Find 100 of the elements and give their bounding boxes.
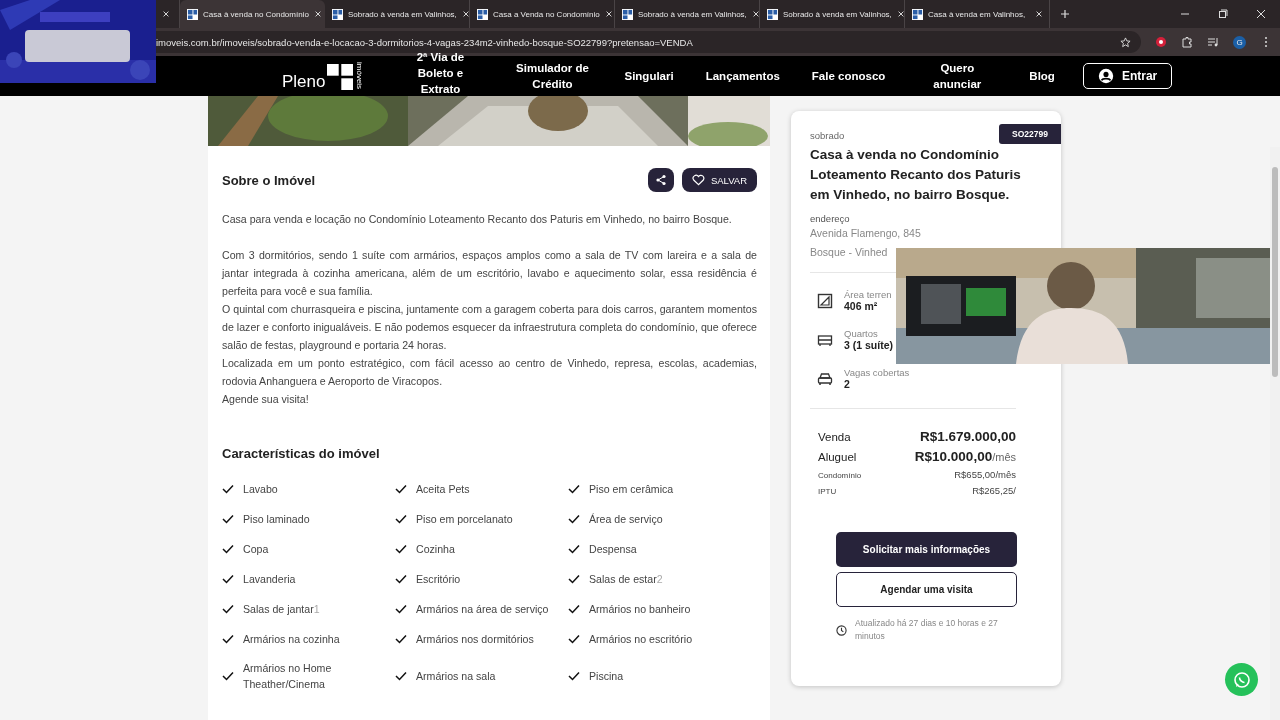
feature-label: Armários na cozinha bbox=[243, 632, 340, 647]
spec-label: Quartos bbox=[844, 328, 879, 339]
profile-avatar[interactable]: G bbox=[1233, 35, 1246, 49]
check-icon bbox=[395, 544, 407, 554]
nav-link[interactable]: Simulador de Crédito bbox=[512, 60, 593, 92]
puzzle-icon[interactable] bbox=[1181, 36, 1193, 48]
tab-title: Sobrado à venda em Valinhos, bbox=[638, 9, 747, 19]
description-text: O quintal com churrasqueira e piscina, juntamente com a garagem coberta para dois carros, garantem momentos de lazer e conforto inigualáveis. E não podemos esquecer da infraestrutura completa do condomínio, que oferece salão de festas, playground e portaria 24 horas. bbox=[222, 302, 757, 353]
check-icon bbox=[395, 484, 407, 494]
feature-label: Escritório bbox=[416, 572, 461, 587]
logo-icon bbox=[327, 63, 354, 90]
feature-label: Piso laminado bbox=[243, 512, 310, 527]
price-value: R$1.679.000,00 bbox=[919, 429, 1016, 444]
user-icon bbox=[1097, 68, 1114, 84]
check-icon bbox=[222, 514, 234, 524]
restore-icon[interactable] bbox=[1218, 9, 1228, 19]
feature-label: Piso em porcelanato bbox=[416, 512, 513, 527]
feature-label: Armários nos dormitórios bbox=[416, 632, 534, 647]
description-text: Localizada em um ponto estratégico, com fácil acesso ao centro de Vinhedo, represa, escolas, academias, rodovia Anhanguera e Aeroporto de Viracopos. bbox=[222, 356, 757, 389]
section-title: Sobre o Imóvel bbox=[222, 172, 317, 188]
heart-icon bbox=[691, 174, 705, 186]
check-icon bbox=[222, 671, 234, 681]
check-icon bbox=[395, 671, 407, 681]
new-tab-icon[interactable] bbox=[1060, 9, 1070, 19]
tab-title: Sobrado à venda em Valinhos, bbox=[348, 9, 457, 19]
property-code: SO22799 bbox=[999, 124, 1061, 144]
address-bar[interactable]: imoveis.com.br/imoveis/sobrado-venda-e-locacao-3-dormitorios-4-vagas-234m2-vinhedo-bosque-SO22799?pretensao=VENDA bbox=[156, 31, 1141, 53]
check-icon bbox=[395, 514, 407, 524]
nav-link[interactable]: Lançamentos bbox=[705, 68, 780, 84]
feature-label: Armários no escritório bbox=[589, 632, 693, 647]
feature-label: Aceita Pets bbox=[416, 482, 470, 497]
share-icon bbox=[654, 174, 667, 186]
close-icon[interactable] bbox=[604, 10, 613, 18]
save-button[interactable]: SALVAR bbox=[681, 168, 757, 192]
feature-label: Lavanderia bbox=[243, 572, 296, 587]
feature-label: Armários na sala bbox=[416, 669, 496, 684]
check-icon bbox=[568, 484, 580, 494]
close-icon[interactable] bbox=[313, 10, 322, 18]
section-title: Características do imóvel bbox=[222, 446, 381, 461]
nav-link[interactable]: Blog bbox=[1029, 68, 1055, 84]
feature-label: Salas de estar2 bbox=[589, 572, 663, 587]
close-icon[interactable] bbox=[1035, 10, 1043, 18]
feature-label: Armários na área de serviço bbox=[416, 602, 549, 617]
check-icon bbox=[222, 484, 234, 494]
feature-label: Copa bbox=[243, 542, 269, 557]
spec-value: 3 (1 suíte) bbox=[844, 339, 893, 351]
close-icon[interactable] bbox=[896, 10, 905, 18]
chat-bubble-icon bbox=[1231, 669, 1252, 690]
check-icon bbox=[395, 574, 407, 584]
favicon-icon bbox=[332, 8, 343, 20]
nav-link[interactable]: Fale conosco bbox=[811, 68, 886, 84]
feature-label: Área de serviço bbox=[589, 512, 663, 527]
logo[interactable]: Pleno imóveis bbox=[282, 62, 365, 90]
car-icon bbox=[817, 370, 833, 387]
price-value: R$655,00/mês bbox=[954, 469, 1016, 480]
browser-tab[interactable]: Casa à venda no Condomínio bbox=[180, 0, 325, 28]
price-value: R$10.000,00/mês bbox=[914, 449, 1016, 464]
property-type: sobrado bbox=[810, 130, 845, 141]
bookmark-star-icon[interactable] bbox=[1120, 36, 1131, 48]
price-value: R$265,25/ bbox=[972, 485, 1016, 496]
check-icon bbox=[568, 634, 580, 644]
request-info-button[interactable]: Solicitar mais informações bbox=[836, 532, 1017, 567]
check-icon bbox=[568, 604, 580, 614]
favicon-icon bbox=[477, 8, 488, 20]
close-icon[interactable] bbox=[751, 10, 760, 18]
schedule-visit-button[interactable]: Agendar uma visita bbox=[836, 572, 1017, 607]
check-icon bbox=[568, 544, 580, 554]
close-icon[interactable] bbox=[1256, 9, 1266, 19]
extension-icon[interactable] bbox=[1155, 36, 1167, 48]
nav-link[interactable]: Quero anunciar bbox=[917, 60, 998, 92]
favicon-icon bbox=[187, 8, 198, 20]
tab-title: Casa à venda no Condomínio bbox=[203, 9, 309, 19]
close-icon[interactable] bbox=[461, 10, 470, 18]
check-icon bbox=[568, 514, 580, 524]
price-label: Aluguel bbox=[818, 451, 857, 463]
media-icon[interactable] bbox=[1207, 36, 1219, 48]
favicon-icon bbox=[912, 8, 923, 20]
check-icon bbox=[222, 634, 234, 644]
close-icon[interactable] bbox=[162, 10, 170, 18]
feature-label: Cozinha bbox=[416, 542, 455, 557]
share-button[interactable] bbox=[647, 168, 674, 192]
spec-label: Área terren bbox=[844, 289, 892, 300]
check-icon bbox=[568, 671, 580, 681]
spec-value: 406 m² bbox=[844, 300, 879, 312]
feature-label: Armários no banheiro bbox=[589, 602, 691, 617]
check-icon bbox=[222, 604, 234, 614]
favicon-icon bbox=[622, 8, 633, 20]
tab-title: Casa a Venda no Condomínio bbox=[493, 9, 600, 19]
feature-label: Salas de jantar1 bbox=[243, 602, 320, 617]
check-icon bbox=[568, 574, 580, 584]
login-button[interactable]: Entrar bbox=[1082, 63, 1173, 89]
check-icon bbox=[395, 634, 407, 644]
check-icon bbox=[395, 604, 407, 614]
nav-link[interactable]: Singulari bbox=[624, 68, 674, 84]
feature-label: Piso em cerâmica bbox=[589, 482, 674, 497]
tab-title: Sobrado à venda em Valinhos, bbox=[783, 9, 892, 19]
feature-label: Piscina bbox=[589, 669, 624, 684]
price-label: IPTU bbox=[818, 487, 837, 496]
favicon-icon bbox=[767, 8, 778, 20]
feature-label: Armários no Home Theather/Cinema bbox=[243, 661, 333, 692]
